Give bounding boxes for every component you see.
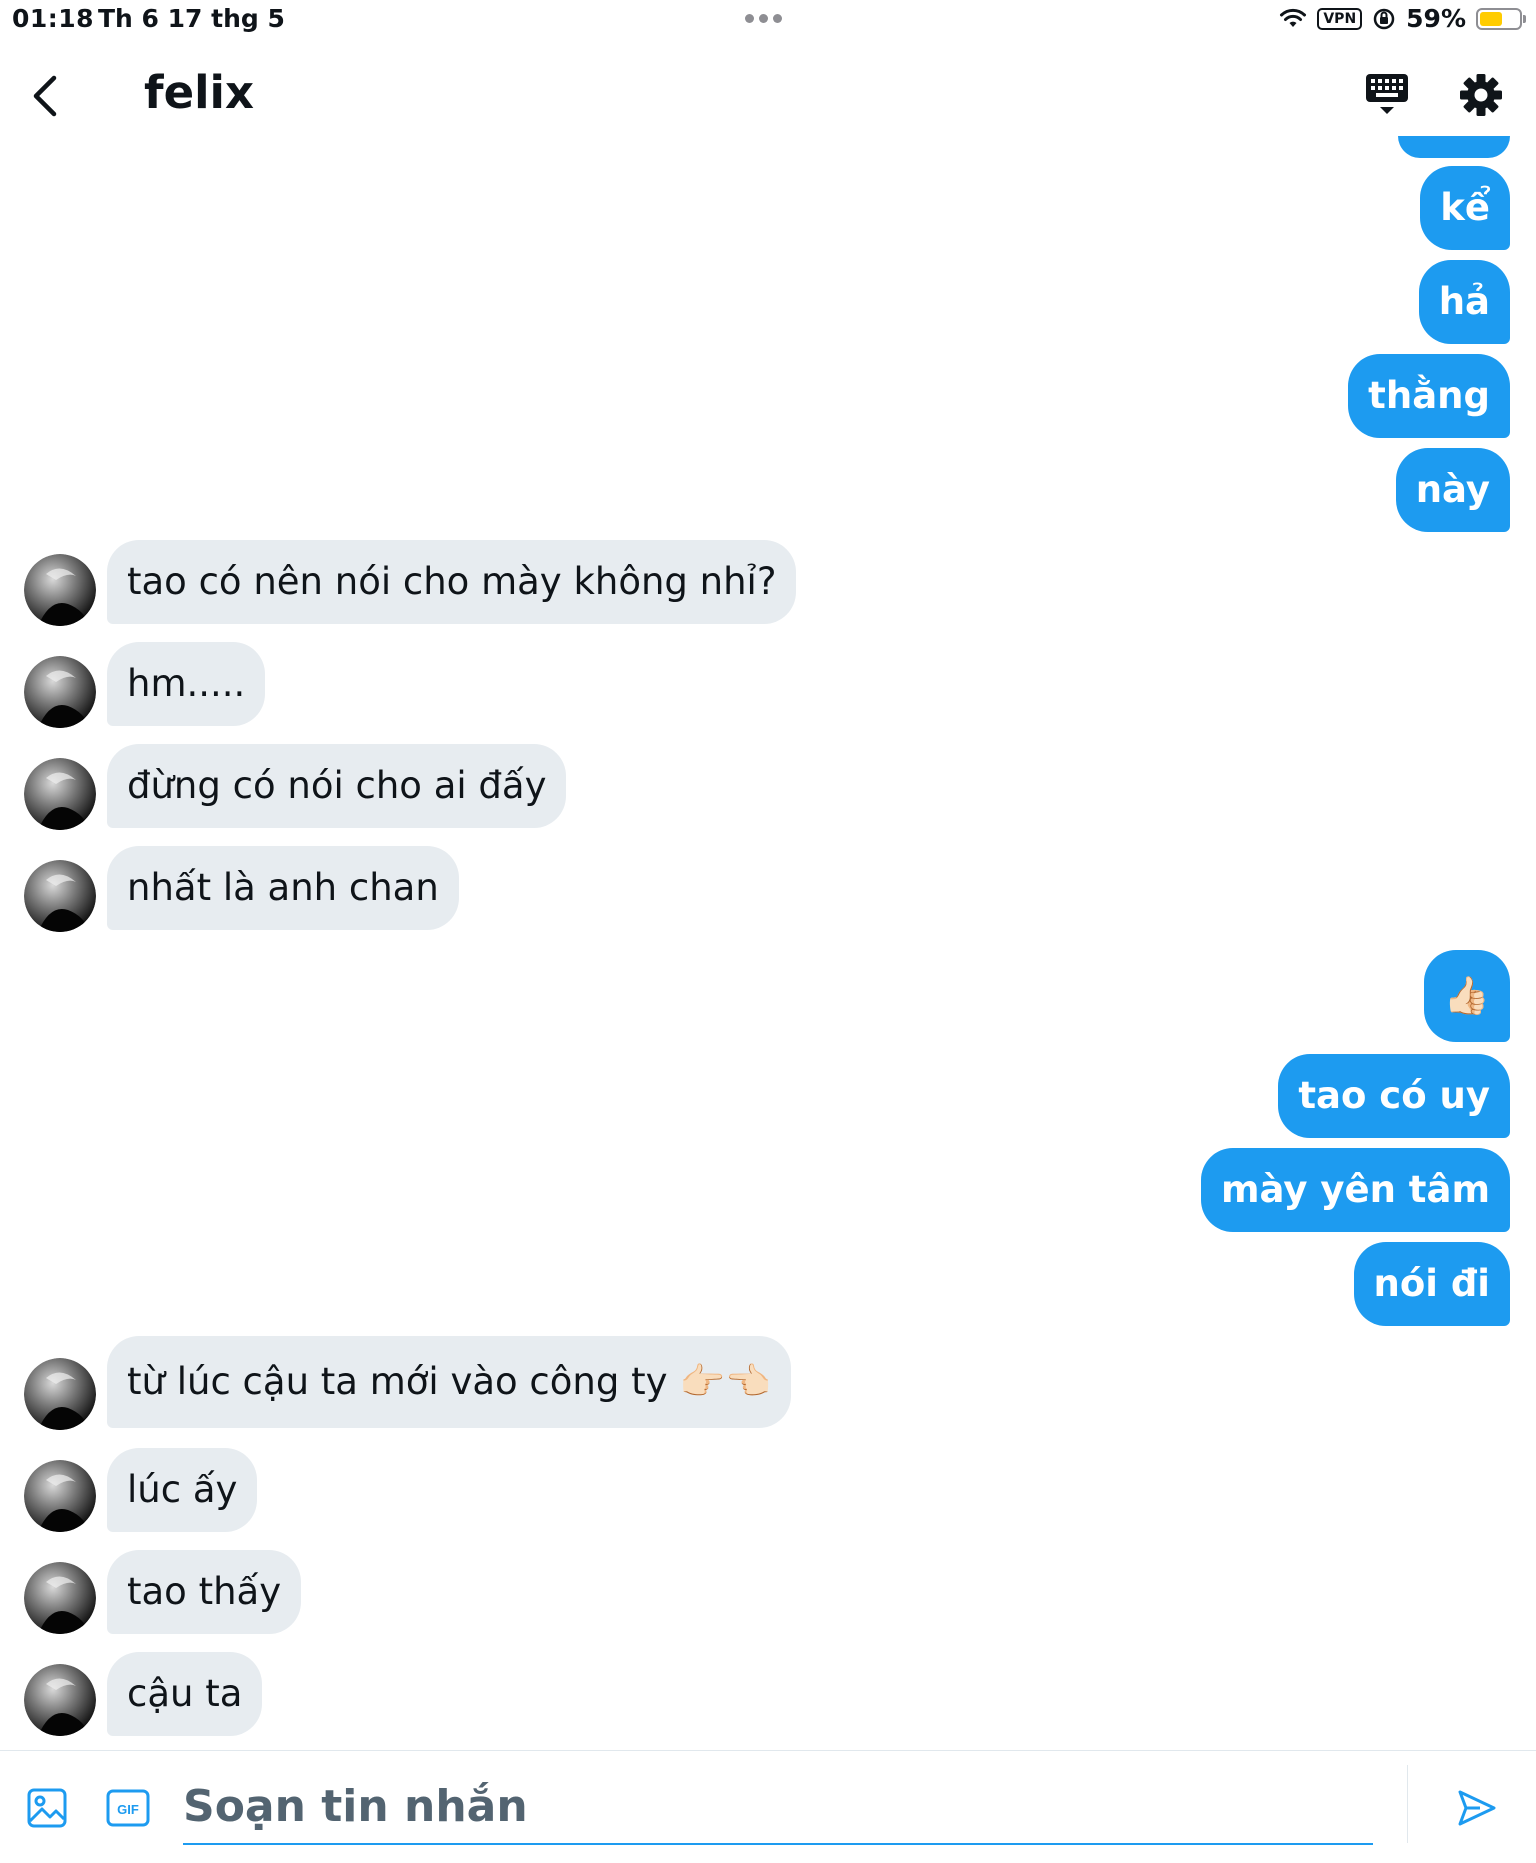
avatar[interactable] <box>24 1460 96 1532</box>
message-bubble-incoming[interactable]: tao có nên nói cho mày không nhỉ? <box>107 540 797 624</box>
compose-bar: GIF <box>0 1750 1536 1863</box>
message-bubble-incoming[interactable]: hm..... <box>107 642 266 726</box>
status-date: Th 6 17 thg 5 <box>98 4 285 33</box>
message-bubble-incoming[interactable]: lúc ấy <box>107 1448 258 1532</box>
svg-text:GIF: GIF <box>117 1802 139 1817</box>
avatar[interactable] <box>24 860 96 932</box>
message-bubble-outgoing[interactable]: thằng <box>1348 354 1510 438</box>
back-arrow-icon <box>33 75 57 117</box>
settings-button[interactable] <box>1458 72 1504 118</box>
avatar[interactable] <box>24 1358 96 1430</box>
battery-icon <box>1476 7 1526 30</box>
gif-icon: GIF <box>106 1789 150 1827</box>
message-bubble-incoming[interactable]: từ lúc cậu ta mới vào công ty 👉🏻👈🏻 <box>107 1336 792 1428</box>
wifi-icon <box>1280 8 1307 27</box>
message-bubble-outgoing[interactable]: này <box>1395 448 1510 532</box>
keyboard-button[interactable] <box>1364 72 1410 118</box>
avatar[interactable] <box>24 1664 96 1736</box>
status-bar: 01:18 Th 6 17 thg 5 VPN 59% <box>0 0 1536 40</box>
message-bubble-outgoing[interactable]: hả <box>1418 260 1510 344</box>
add-gif-button[interactable]: GIF <box>106 1787 150 1829</box>
battery-level <box>1480 11 1503 26</box>
conversation-header: felix <box>0 50 1536 140</box>
message-bubble-incoming[interactable]: nhất là anh chan <box>107 846 459 930</box>
add-image-button[interactable] <box>26 1787 68 1829</box>
multitasking-dots-icon[interactable] <box>745 14 782 23</box>
keyboard-icon <box>1366 74 1408 114</box>
battery-percent: 59% <box>1406 4 1466 33</box>
message-bubble-outgoing[interactable]: kể <box>1420 166 1510 250</box>
vpn-badge: VPN <box>1317 7 1363 30</box>
message-bubble-incoming[interactable]: tao thấy <box>107 1550 302 1634</box>
avatar[interactable] <box>24 554 96 626</box>
status-indicators: VPN 59% <box>1279 4 1526 33</box>
message-bubble-outgoing[interactable]: mày yên tâm <box>1200 1148 1510 1232</box>
orientation-lock-icon <box>1373 8 1395 29</box>
avatar[interactable] <box>24 656 96 728</box>
image-icon <box>27 1788 67 1828</box>
back-button[interactable] <box>24 70 68 122</box>
message-bubble-outgoing[interactable]: nói đi <box>1353 1242 1510 1326</box>
compose-divider <box>1407 1765 1408 1843</box>
gear-icon <box>1460 74 1502 116</box>
message-bubble-incoming[interactable]: đừng có nói cho ai đấy <box>107 744 567 828</box>
message-input[interactable] <box>183 1769 1373 1845</box>
message-bubble-incoming[interactable]: cậu ta <box>107 1652 263 1736</box>
send-button[interactable] <box>1456 1787 1498 1829</box>
status-time: 01:18 <box>12 4 95 33</box>
message-bubble-partial[interactable] <box>1398 136 1510 158</box>
avatar[interactable] <box>24 1562 96 1634</box>
avatar[interactable] <box>24 758 96 830</box>
message-bubble-outgoing[interactable]: 👍🏻 <box>1423 950 1510 1042</box>
message-bubble-outgoing[interactable]: tao có uy <box>1278 1054 1510 1138</box>
send-icon <box>1458 1790 1496 1826</box>
conversation-title: felix <box>144 66 254 119</box>
